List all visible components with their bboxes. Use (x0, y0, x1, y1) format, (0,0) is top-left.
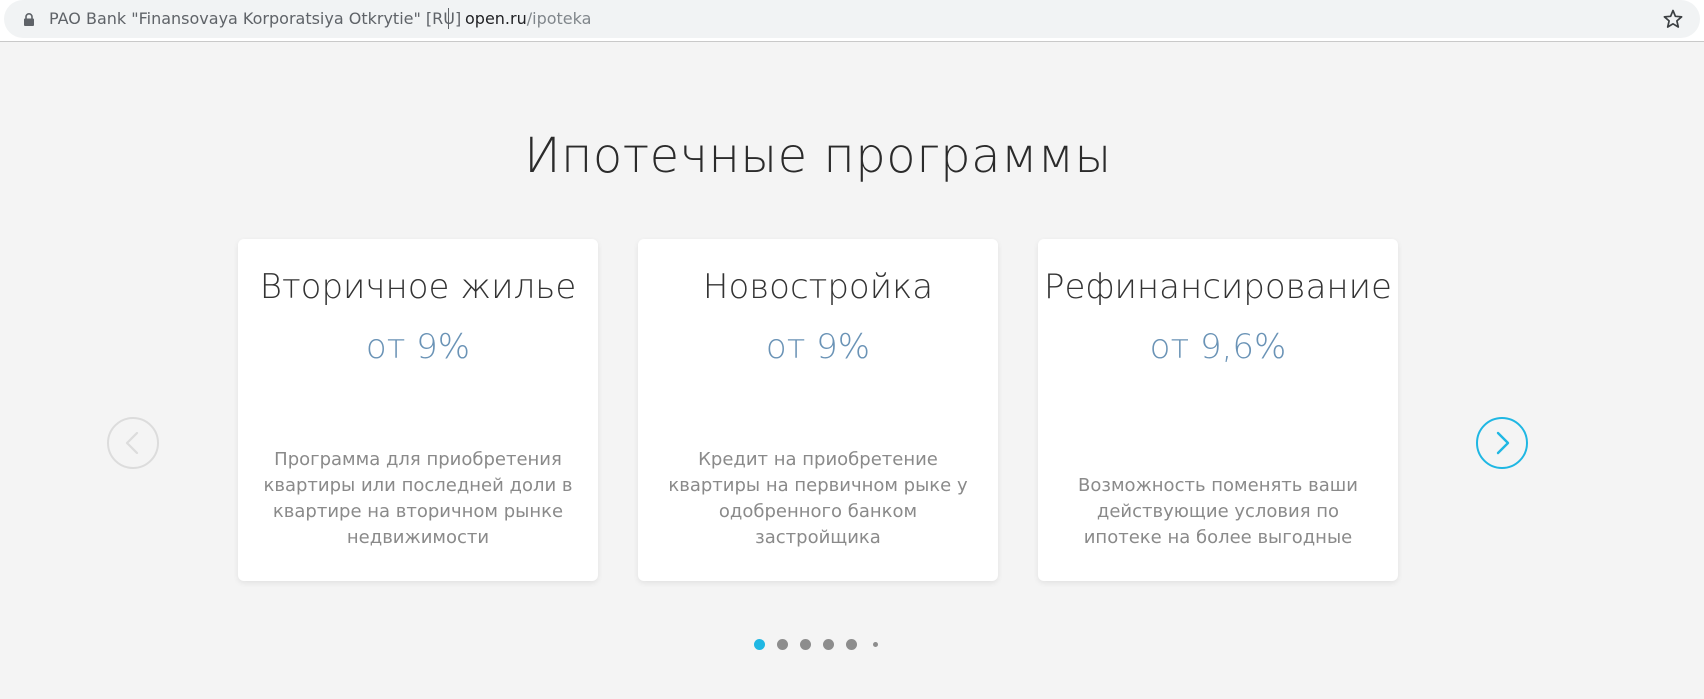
address-separator (448, 8, 449, 29)
card-title: Вторичное жилье (259, 267, 577, 307)
url-path: /ipoteka (526, 9, 592, 28)
card-description: Возможность поменять ваши действующие ус… (1078, 475, 1358, 548)
url-text[interactable]: open.ru/ipoteka (465, 9, 591, 28)
carousel-prev-button[interactable] (107, 417, 159, 469)
program-card-refinancing[interactable]: Рефинансирование от 9,6% Возможность пом… (1038, 239, 1398, 581)
star-icon[interactable] (1662, 8, 1684, 30)
carousel-dot-1[interactable] (754, 639, 765, 650)
url-host: open.ru (465, 9, 527, 28)
card-title: Новостройка (702, 267, 934, 307)
carousel-dot-6[interactable] (873, 642, 878, 647)
lock-icon[interactable] (23, 13, 35, 26)
card-rate: от 9% (365, 327, 471, 367)
certificate-name[interactable]: PAO Bank "Finansovaya Korporatsiya Otkry… (49, 9, 461, 28)
chevron-left-icon (125, 431, 139, 455)
card-rate: от 9,6% (1149, 327, 1287, 367)
carousel-dot-5[interactable] (846, 639, 857, 650)
carousel-dot-3[interactable] (800, 639, 811, 650)
chevron-right-icon (1496, 431, 1510, 455)
card-rate: от 9% (765, 327, 871, 367)
carousel-dot-2[interactable] (777, 639, 788, 650)
browser-toolbar: PAO Bank "Finansovaya Korporatsiya Otkry… (0, 0, 1704, 42)
address-bar[interactable]: PAO Bank "Finansovaya Korporatsiya Otkry… (4, 0, 1700, 38)
program-card-new-building[interactable]: Новостройка от 9% Кредит на приобретение… (638, 239, 998, 581)
card-description: Кредит на приобретение квартиры на перви… (668, 449, 968, 548)
program-card-secondary-housing[interactable]: Вторичное жилье от 9% Программа для прио… (238, 239, 598, 581)
card-title: Рефинансирование (1044, 267, 1392, 307)
page-title: Ипотечные программы (524, 128, 1112, 185)
carousel-dot-4[interactable] (823, 639, 834, 650)
card-description: Программа для приобретения квартиры или … (263, 449, 573, 548)
carousel-next-button[interactable] (1476, 417, 1528, 469)
